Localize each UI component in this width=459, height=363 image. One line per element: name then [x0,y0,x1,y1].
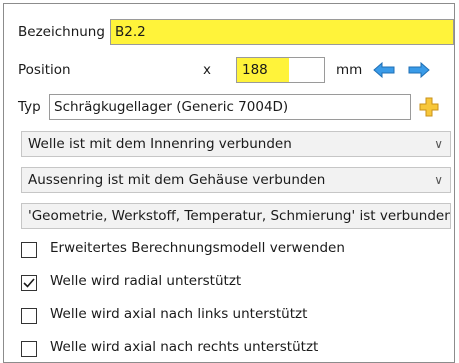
move-right-button[interactable] [405,57,433,83]
arrow-left-icon [373,61,395,79]
typ-input[interactable]: Schrägkugellager (Generic 7004D) [49,94,411,120]
aussenring-connection-select[interactable]: Aussenring ist mit dem Gehäuse verbunden… [21,167,451,193]
bezeichnung-label: Bezeichnung [18,24,105,40]
checkmark-icon [23,278,35,288]
properties-connection-select[interactable]: 'Geometrie, Werkstoff, Temperatur, Schmi… [21,203,451,229]
move-left-button[interactable] [370,57,398,83]
checkbox-axial-right-support[interactable] [21,341,37,357]
checkbox-axial-left-support-label: Welle wird axial nach links unterstützt [50,306,308,322]
properties-connection-value: 'Geometrie, Werkstoff, Temperatur, Schmi… [28,208,451,224]
checkbox-extended-model-label: Erweitertes Berechnungsmodell verwenden [50,240,345,256]
chevron-down-icon: ∨ [434,173,443,187]
welle-connection-select[interactable]: Welle ist mit dem Innenring verbunden ∨ [21,131,451,157]
welle-connection-value: Welle ist mit dem Innenring verbunden [28,136,292,152]
position-axis-label: x [203,62,211,78]
bezeichnung-input[interactable]: B2.2 [110,19,454,45]
typ-label: Typ [18,99,41,115]
position-input[interactable]: 188 [236,57,325,83]
position-value: 188 [237,58,289,82]
position-unit: mm [336,62,363,78]
bearing-properties-panel: Bezeichnung B2.2 Position x 188 mm Typ S… [3,3,455,363]
checkbox-extended-model[interactable] [21,242,37,258]
checkbox-radial-support-label: Welle wird radial unterstützt [50,273,242,289]
arrow-right-icon [408,61,430,79]
chevron-down-icon: ∨ [434,137,443,151]
checkbox-axial-left-support[interactable] [21,308,37,324]
checkbox-radial-support[interactable] [21,275,37,291]
checkbox-axial-right-support-label: Welle wird axial nach rechts unterstützt [50,339,319,355]
add-type-button[interactable] [415,94,443,120]
plus-icon [419,97,439,117]
aussenring-connection-value: Aussenring ist mit dem Gehäuse verbunden [28,172,326,188]
position-label: Position [18,62,71,78]
